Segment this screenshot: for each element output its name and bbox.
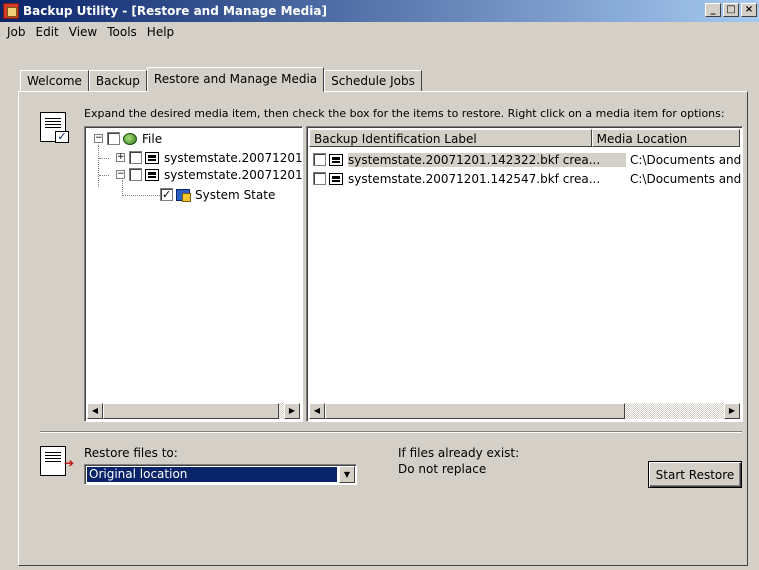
row-backup-label: systemstate.20071201.142547.bkf crea... [348,171,601,186]
restore-location-select[interactable]: Original location ▼ [84,464,357,485]
file-media-icon [123,132,137,145]
row-backup-label: systemstate.20071201.142322.bkf crea... [348,152,626,167]
media-tree[interactable]: − File + systemstate.20071201.142322 − s… [84,126,303,422]
title-bar: Backup Utility - [Restore and Manage Med… [0,0,759,22]
tape-icon [329,172,343,185]
menu-job[interactable]: Job [2,25,31,39]
menu-view[interactable]: View [64,25,102,39]
tree-item-systemstate-1[interactable]: + systemstate.20071201.142322 [116,149,303,166]
row-media-location: C:\Documents and Settin [630,152,742,167]
menu-tools[interactable]: Tools [102,25,142,39]
scroll-right-arrow[interactable]: ▶ [724,403,740,419]
menu-edit[interactable]: Edit [31,25,64,39]
tree-connector [99,175,109,176]
list-row[interactable]: systemstate.20071201.142547.bkf crea... … [313,170,742,187]
system-state-icon [176,188,191,202]
tree-item-label: systemstate.20071201.142322 [164,150,303,165]
scroll-thumb[interactable] [103,403,279,419]
scroll-thumb[interactable] [325,403,625,419]
tab-restore-and-manage-media[interactable]: Restore and Manage Media [146,67,325,92]
divider [40,431,742,433]
tab-schedule-jobs[interactable]: Schedule Jobs [324,70,422,92]
restore-files-to-label: Restore files to: [84,446,178,460]
dropdown-arrow-icon[interactable]: ▼ [339,466,355,483]
expand-toggle[interactable]: + [116,153,125,162]
menu-help[interactable]: Help [142,25,179,39]
collapse-toggle[interactable]: − [94,134,103,143]
tree-checkbox-systemstate-1[interactable] [129,151,142,164]
scroll-right-arrow[interactable]: ▶ [284,403,300,419]
row-media-location: C:\Documents and Settin [630,171,742,186]
checklist-icon: ✓ [40,112,69,143]
window-controls: _ □ × [705,3,757,17]
window-title: Backup Utility - [Restore and Manage Med… [23,4,327,18]
tree-item-label: systemstate.20071201.142547 [164,167,303,182]
tree-connector [98,145,99,187]
list-row[interactable]: systemstate.20071201.142322.bkf crea... … [313,151,742,168]
list-row-checkbox[interactable] [313,153,326,166]
restore-destination-icon: ➔ [40,446,74,480]
tape-icon [329,153,343,166]
tree-checkbox-file[interactable] [107,132,120,145]
tree-checkbox-system-state[interactable] [160,188,173,201]
tree-connector [122,195,160,196]
minimize-button[interactable]: _ [705,3,721,17]
tape-icon [145,151,159,164]
files-exist-value: Do not replace [398,462,487,476]
tab-welcome[interactable]: Welcome [20,70,89,92]
collapse-toggle[interactable]: − [116,170,125,179]
backup-app-icon [3,3,19,19]
scroll-left-arrow[interactable]: ◀ [309,403,325,419]
tree-item-label: File [142,131,163,146]
checkmark-icon: ✓ [55,131,69,143]
instruction-text: Expand the desired media item, then chec… [84,107,725,120]
document-icon [40,446,66,476]
files-exist-label: If files already exist: [398,446,520,460]
maximize-button[interactable]: □ [723,3,739,17]
tab-backup[interactable]: Backup [88,70,147,92]
list-row-checkbox[interactable] [313,172,326,185]
tree-item-file[interactable]: − File [94,130,162,147]
menu-bar: Job Edit View Tools Help [0,22,759,42]
tree-item-system-state[interactable]: System State [160,186,275,203]
restore-location-value: Original location [87,467,337,482]
start-restore-button[interactable]: Start Restore [648,461,742,488]
tab-strip: Welcome Backup Restore and Manage Media … [20,67,422,92]
tree-connector [99,158,109,159]
media-list[interactable]: Backup Identification Label Media Locati… [306,126,743,422]
list-horizontal-scrollbar[interactable]: ◀ ▶ [309,403,740,419]
tree-item-label: System State [195,187,276,202]
tree-item-systemstate-2[interactable]: − systemstate.20071201.142547 [116,166,303,183]
arrow-right-icon: ➔ [63,456,74,470]
column-backup-label[interactable]: Backup Identification Label [309,129,592,147]
tape-icon [145,168,159,181]
tree-checkbox-systemstate-2[interactable] [129,168,142,181]
column-media-location[interactable]: Media Location [591,129,740,147]
tree-horizontal-scrollbar[interactable]: ◀ ▶ [87,403,300,419]
close-button[interactable]: × [741,3,757,17]
scroll-left-arrow[interactable]: ◀ [87,403,103,419]
list-header: Backup Identification Label Media Locati… [309,129,740,147]
